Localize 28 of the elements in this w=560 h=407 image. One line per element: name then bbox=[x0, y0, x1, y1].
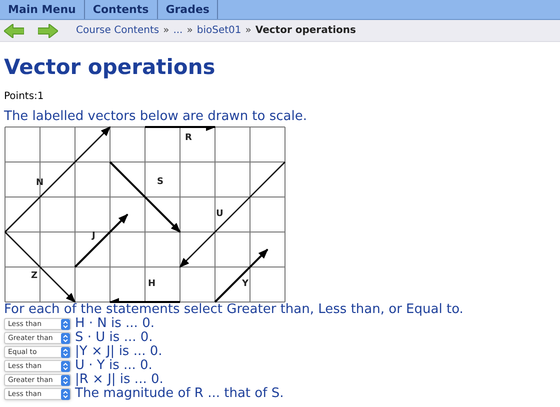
breadcrumb-separator: » bbox=[163, 24, 170, 38]
breadcrumb-separator: » bbox=[186, 24, 193, 38]
statement-text: |R × J| is ... 0. bbox=[75, 373, 164, 387]
breadcrumb-link[interactable]: Course Contents bbox=[76, 23, 160, 38]
points-text: Points:1 bbox=[4, 90, 45, 104]
forward-arrow-icon[interactable] bbox=[38, 24, 58, 38]
menu-tab[interactable]: Contents bbox=[84, 0, 158, 19]
breadcrumb-link[interactable]: ... bbox=[173, 23, 183, 38]
stepper-icon bbox=[61, 388, 70, 400]
back-arrow-icon[interactable] bbox=[4, 24, 24, 38]
breadcrumb-link[interactable]: bioSet01 bbox=[196, 23, 242, 38]
statement-text: H · N is ... 0. bbox=[75, 317, 154, 331]
intro-text: The labelled vectors below are drawn to scale. bbox=[4, 109, 308, 125]
stepper-icon bbox=[61, 374, 70, 386]
stepper-icon bbox=[61, 360, 70, 372]
statement-text: S · U is ... 0. bbox=[75, 331, 153, 345]
page-title: Vector operations bbox=[4, 54, 216, 80]
breadcrumb-current: Vector operations bbox=[255, 24, 356, 38]
stepper-icon bbox=[61, 346, 70, 358]
stepper-icon bbox=[61, 318, 70, 330]
menu-tab[interactable]: Grades bbox=[158, 0, 218, 19]
statement-text: U · Y is ... 0. bbox=[75, 359, 152, 373]
breadcrumb-separator: » bbox=[245, 24, 252, 38]
statement-text: The magnitude of R ... that of S. bbox=[75, 387, 284, 401]
statement-text: |Y × J| is ... 0. bbox=[75, 345, 162, 359]
instructions-text: For each of the statements select Greater than, Less than, or Equal to. bbox=[4, 302, 464, 317]
stepper-icon bbox=[61, 332, 70, 344]
menu-tab[interactable]: Main Menu bbox=[0, 0, 85, 19]
